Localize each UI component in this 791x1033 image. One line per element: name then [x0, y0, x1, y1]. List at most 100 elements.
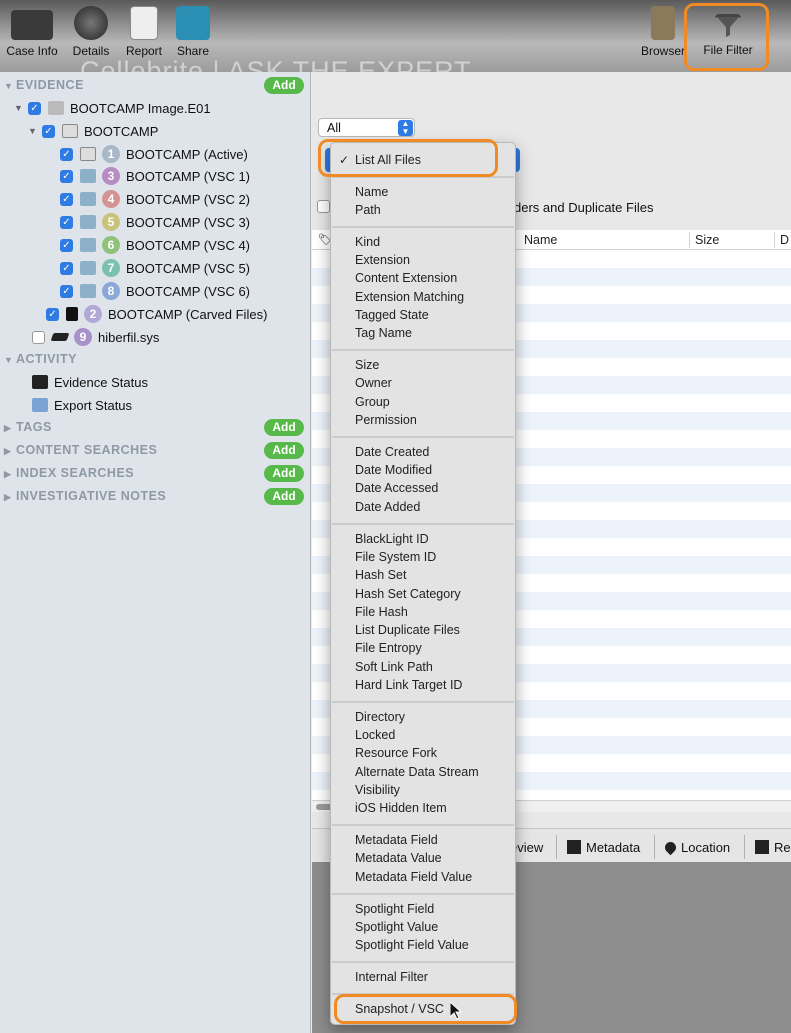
tree-item-carved-files[interactable]: ✓ 2 BOOTCAMP (Carved Files)	[46, 304, 267, 324]
checkbox[interactable]: ✓	[60, 238, 73, 252]
tree-item-vsc2[interactable]: ✓ 4 BOOTCAMP (VSC 2)	[60, 189, 250, 209]
menu-item[interactable]: Spotlight Field Value	[355, 938, 469, 952]
menu-item[interactable]: Size	[355, 358, 379, 372]
tree-item-image[interactable]: ▼ ✓ BOOTCAMP Image.E01	[14, 98, 211, 118]
menu-item[interactable]: Alternate Data Stream	[355, 765, 479, 779]
menu-item[interactable]: Spotlight Field	[355, 902, 434, 916]
menu-item[interactable]: Directory	[355, 710, 405, 724]
menu-item[interactable]: Permission	[355, 413, 417, 427]
menu-item[interactable]: BlackLight ID	[355, 532, 429, 546]
menu-separator	[332, 701, 514, 703]
section-investigative-notes[interactable]: ▶ INVESTIGATIVE NOTES	[4, 489, 166, 503]
menu-item[interactable]: Path	[355, 203, 381, 217]
checkbox[interactable]: ✓	[42, 124, 55, 138]
tree-item-vsc3[interactable]: ✓ 5 BOOTCAMP (VSC 3)	[60, 212, 250, 232]
menu-item[interactable]: Locked	[355, 728, 395, 742]
menu-item[interactable]: Soft Link Path	[355, 660, 433, 674]
checkbox[interactable]: ✓	[60, 215, 73, 229]
tree-item-vsc6[interactable]: ✓ 8 BOOTCAMP (VSC 6)	[60, 281, 250, 301]
menu-item[interactable]: Date Accessed	[355, 481, 438, 495]
column-header-date[interactable]: D	[780, 233, 789, 247]
menu-item[interactable]: Metadata Field Value	[355, 870, 472, 884]
menu-item[interactable]: Group	[355, 395, 390, 409]
share-button[interactable]: Share	[172, 6, 214, 58]
add-tag-button[interactable]: Add	[264, 419, 304, 436]
checkbox[interactable]: ✓	[60, 192, 73, 206]
add-note-button[interactable]: Add	[264, 488, 304, 505]
mouse-cursor-icon	[450, 1002, 462, 1020]
menu-item[interactable]: Date Modified	[355, 463, 432, 477]
tree-item-hiberfil[interactable]: 9 hiberfil.sys	[32, 327, 159, 347]
tree-item-active[interactable]: ✓ 1 BOOTCAMP (Active)	[60, 144, 248, 164]
menu-item[interactable]: Name	[355, 185, 388, 199]
filter-checkbox[interactable]	[317, 200, 330, 213]
menu-item[interactable]: Date Added	[355, 500, 420, 514]
report-icon	[130, 6, 158, 40]
menu-separator	[332, 436, 514, 438]
tab-location[interactable]: Location	[654, 835, 730, 859]
menu-item[interactable]: List Duplicate Files	[355, 623, 460, 637]
menu-item[interactable]: Visibility	[355, 783, 400, 797]
details-button[interactable]: Details	[66, 6, 116, 58]
report-button[interactable]: Report	[120, 6, 168, 58]
checkbox[interactable]: ✓	[60, 169, 73, 183]
tree-item-bootcamp[interactable]: ▼ ✓ BOOTCAMP	[28, 121, 158, 141]
checkbox[interactable]	[32, 330, 45, 344]
disclosure-icon[interactable]: ▼	[28, 126, 42, 136]
section-tags[interactable]: ▶ TAGS	[4, 420, 52, 434]
checkbox[interactable]: ✓	[60, 147, 73, 161]
menu-item[interactable]: Metadata Value	[355, 851, 442, 865]
add-content-search-button[interactable]: Add	[264, 442, 304, 459]
checkbox[interactable]: ✓	[28, 101, 41, 115]
menu-item[interactable]: Spotlight Value	[355, 920, 438, 934]
snapshot-icon	[80, 192, 96, 206]
hierarchy-icon	[755, 840, 769, 854]
section-content-searches[interactable]: ▶ CONTENT SEARCHES	[4, 443, 157, 457]
tree-item-vsc1[interactable]: ✓ 3 BOOTCAMP (VSC 1)	[60, 166, 250, 186]
menu-item[interactable]: Hash Set	[355, 568, 406, 582]
checkbox[interactable]: ✓	[60, 284, 73, 298]
disclosure-icon[interactable]: ▼	[14, 103, 28, 113]
menu-item[interactable]: File Entropy	[355, 641, 422, 655]
export-icon	[32, 398, 48, 412]
menu-separator	[332, 523, 514, 525]
add-evidence-button[interactable]: Add	[264, 77, 304, 94]
menu-item[interactable]: iOS Hidden Item	[355, 801, 447, 815]
briefcase-icon	[11, 10, 53, 40]
tab-relations[interactable]: Re	[744, 835, 791, 859]
menu-item[interactable]: Internal Filter	[355, 970, 428, 984]
tree-item-vsc5[interactable]: ✓ 7 BOOTCAMP (VSC 5)	[60, 258, 250, 278]
section-activity[interactable]: ▼ ACTIVITY	[4, 352, 77, 366]
add-index-search-button[interactable]: Add	[264, 465, 304, 482]
checkbox[interactable]: ✓	[60, 261, 73, 275]
menu-separator	[332, 226, 514, 228]
menu-item[interactable]: File Hash	[355, 605, 408, 619]
gauge-icon	[74, 6, 108, 40]
menu-item[interactable]: Date Created	[355, 445, 429, 459]
activity-export-status[interactable]: Export Status	[32, 395, 132, 415]
menu-item[interactable]: Tagged State	[355, 308, 429, 322]
checkbox[interactable]: ✓	[46, 307, 59, 321]
column-header-size[interactable]: Size	[695, 233, 719, 247]
tree-item-vsc4[interactable]: ✓ 6 BOOTCAMP (VSC 4)	[60, 235, 250, 255]
scope-select[interactable]: All ▲ ▼	[318, 118, 415, 137]
section-index-searches[interactable]: ▶ INDEX SEARCHES	[4, 466, 134, 480]
activity-evidence-status[interactable]: Evidence Status	[32, 372, 148, 392]
menu-item[interactable]: Owner	[355, 376, 392, 390]
browser-button[interactable]: Browser	[638, 6, 688, 58]
menu-item[interactable]: Kind	[355, 235, 380, 249]
menu-item[interactable]: Hard Link Target ID	[355, 678, 462, 692]
section-evidence[interactable]: ▼ EVIDENCE	[4, 78, 84, 92]
menu-item[interactable]: Metadata Field	[355, 833, 438, 847]
tab-metadata[interactable]: Metadata	[556, 835, 640, 859]
menu-item[interactable]: Tag Name	[355, 326, 412, 340]
location-pin-icon	[662, 839, 679, 855]
column-header-name[interactable]: Name	[524, 233, 557, 247]
menu-item[interactable]: Extension Matching	[355, 290, 464, 304]
case-info-button[interactable]: Case Info	[2, 6, 62, 58]
menu-item[interactable]: File System ID	[355, 550, 436, 564]
menu-item[interactable]: Content Extension	[355, 271, 457, 285]
menu-item[interactable]: Hash Set Category	[355, 587, 461, 601]
menu-item[interactable]: Extension	[355, 253, 410, 267]
menu-item[interactable]: Resource Fork	[355, 746, 437, 760]
